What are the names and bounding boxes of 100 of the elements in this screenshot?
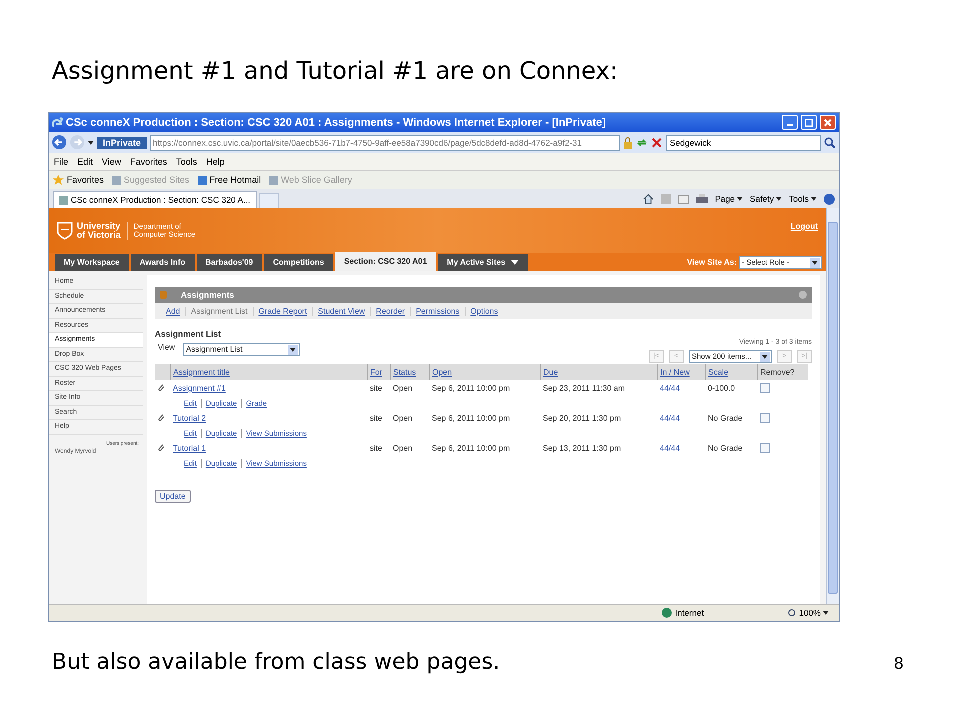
zoom-control[interactable]: 100% [788,608,829,618]
paperclip-icon [158,444,165,452]
site-tab[interactable]: My Workspace [55,254,129,271]
close-button[interactable] [820,115,836,130]
back-button[interactable] [52,135,67,150]
caret-icon [510,260,519,265]
table-cell: Sep 6, 2011 10:00 pm [429,380,540,397]
minimize-icon [787,124,793,126]
command-menu[interactable]: Tools [789,194,817,204]
window-title: CSc conneX Production : Section: CSC 320 A01 : Assignments - Windows Internet Explorer - [InPrivate] [66,116,608,128]
minimize-button[interactable] [782,115,798,130]
site-tab[interactable]: Barbados'09 [196,254,262,271]
table-cell-text: site [369,413,384,425]
page-number: 8 [894,654,904,673]
refresh-icon[interactable] [636,136,648,148]
table-cell-text: No Grade [707,413,744,425]
menu-item[interactable]: Favorites [130,156,168,166]
inprivate-badge: InPrivate [97,136,148,148]
column-header[interactable]: For [367,364,390,380]
mail-icon[interactable] [678,194,690,204]
command-menu[interactable]: Page [715,194,744,204]
star-icon [53,174,64,186]
browser-tab[interactable]: CSc conneX Production : Section: CSC 320 A... [53,191,257,208]
table-cell-text: Open [392,413,414,425]
tool-menu-link[interactable]: Options [464,306,504,316]
lock-icon [623,136,633,148]
paperclip-icon [158,414,165,422]
tool-menu-link[interactable]: Grade Report [252,306,312,316]
table-cell-text: site [369,443,384,455]
menu-item[interactable]: File [54,156,69,166]
submission-count[interactable]: 44/44 [660,384,680,393]
table-cell: Sep 23, 2011 11:30 am [540,380,657,397]
maximize-button[interactable] [801,115,817,130]
menu-item[interactable]: Tools [176,156,198,166]
scrollbar[interactable] [826,208,839,604]
column-header[interactable]: Assignment title [170,364,367,380]
site-tab[interactable]: Section: CSC 320 A01 [335,252,436,271]
caret-icon [290,348,296,352]
update-button[interactable]: Update [155,490,191,503]
caret-icon [812,260,818,264]
column-header: Remove? [757,364,808,380]
new-tab-button[interactable] [258,193,279,208]
assignment-link[interactable]: Tutorial 2 [173,414,206,423]
favorites-button[interactable]: Favorites [53,174,104,186]
paperclip-icon [158,384,165,392]
column-header[interactable]: In / New [657,364,705,380]
table-cell-text: Sep 6, 2011 10:00 pm [431,413,512,425]
tool-menu-link[interactable]: Reorder [370,306,410,316]
address-field[interactable]: https://connex.csc.uvic.ca/portal/site/0aecb536-71b7-4750-9aff-ee58a7390cd6/page/5dc8defd-ad8d-4762-a9f2-31 [150,134,620,150]
submission-count[interactable]: 44/44 [660,444,680,453]
table-cell: 0-100.0 [705,380,757,397]
assignment-link[interactable]: Assignment #1 [173,384,226,393]
view-site-as-label: View Site As: [687,258,737,267]
table-cell: site [367,380,390,397]
university-logo-icon [57,222,73,240]
caret-icon [811,197,817,201]
caret-icon [737,197,744,201]
table-cell-text: Sep 6, 2011 10:00 pm [431,443,512,455]
tool-menu-link[interactable]: Permissions [410,306,465,316]
favorites-bar-item[interactable]: Free Hotmail [198,175,262,185]
home-icon[interactable] [643,194,654,204]
table-cell-text: Sep 13, 2011 1:30 pm [542,443,622,455]
caret-icon [823,611,829,615]
remove-checkbox[interactable] [760,382,770,392]
caret-icon [762,354,768,358]
view-select[interactable]: Assignment List [183,343,300,356]
history-caret-icon [88,140,94,144]
submission-count[interactable]: 44/44 [660,414,680,423]
table-cell: Open [390,380,429,397]
tool-menu-link[interactable]: Add [161,306,186,316]
tool-menu-link[interactable]: Assignment List [185,306,253,316]
column-header[interactable]: Status [390,364,429,380]
assignment-link[interactable]: Tutorial 1 [173,444,206,453]
stop-icon[interactable] [651,136,663,148]
search-icon[interactable] [824,136,836,148]
site-tab[interactable]: Competitions [264,254,334,271]
browser-logo-icon [52,116,63,128]
column-header[interactable]: Scale [705,364,757,380]
caret-icon [776,197,782,201]
menu-item[interactable]: Help [206,156,225,166]
remove-checkbox[interactable] [760,412,770,422]
menu-item[interactable]: Edit [78,156,94,166]
table-cell-text: Open [392,443,414,455]
menu-item[interactable]: View [102,156,122,166]
site-tab[interactable]: Awards Info [130,254,195,271]
section-heading: Assignment List [155,329,222,339]
command-menu[interactable]: Safety [750,194,782,204]
search-field[interactable]: Sedgewick [666,134,821,150]
column-header[interactable]: Open [429,364,540,380]
site-tab[interactable]: My Active Sites [438,254,528,271]
close-icon [824,118,832,126]
print-icon[interactable] [696,194,708,204]
column-header[interactable]: Due [540,364,657,380]
tool-title-bar: Assignments [155,287,812,303]
university-name: University of Victoria [77,222,121,240]
maximize-icon [805,118,813,126]
security-zone: Internet [675,608,704,618]
tool-menu-link[interactable]: Student View [312,306,370,316]
remove-checkbox[interactable] [760,442,770,452]
table-cell-text: No Grade [707,443,744,455]
